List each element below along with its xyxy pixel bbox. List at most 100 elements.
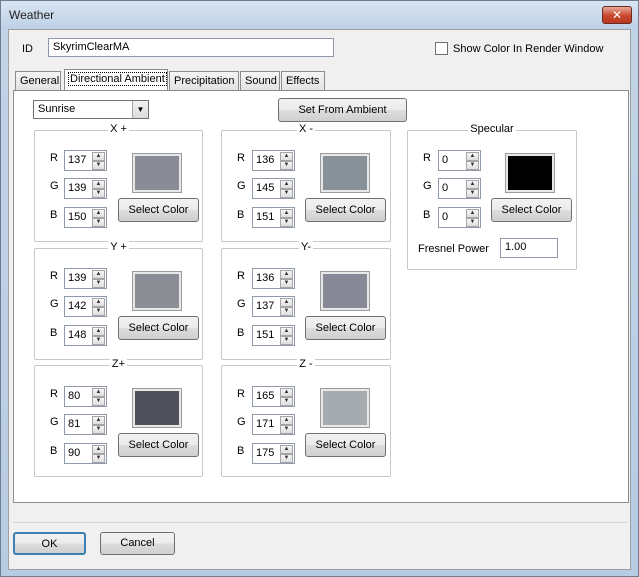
spin-up-icon[interactable]: ▲ xyxy=(280,327,293,336)
z-minus-select-color-button[interactable]: Select Color xyxy=(305,433,386,457)
spin-up-icon[interactable]: ▲ xyxy=(466,152,479,161)
spin-up-icon[interactable]: ▲ xyxy=(92,388,105,397)
cancel-button[interactable]: Cancel xyxy=(100,532,175,555)
label-r: R xyxy=(50,152,58,164)
close-icon: ✕ xyxy=(611,8,623,22)
spin-up-icon[interactable]: ▲ xyxy=(280,388,293,397)
spin-down-icon[interactable]: ▼ xyxy=(92,454,105,463)
tab-sound[interactable]: Sound xyxy=(240,71,280,90)
spin-up-icon[interactable]: ▲ xyxy=(280,209,293,218)
y-minus-b-value: 151 xyxy=(256,329,275,341)
spin-down-icon[interactable]: ▼ xyxy=(92,336,105,345)
x-plus-select-color-button[interactable]: Select Color xyxy=(118,198,199,222)
z-plus-r-stepper[interactable]: 80 ▲ ▼ xyxy=(64,386,107,407)
spin-down-icon[interactable]: ▼ xyxy=(92,279,105,288)
spin-up-icon[interactable]: ▲ xyxy=(92,327,105,336)
y-minus-r-stepper[interactable]: 136 ▲ ▼ xyxy=(252,268,295,289)
spin-down-icon[interactable]: ▼ xyxy=(280,161,293,170)
spin-down-icon[interactable]: ▼ xyxy=(92,218,105,227)
spin-down-icon[interactable]: ▼ xyxy=(92,425,105,434)
spin-down-icon[interactable]: ▼ xyxy=(92,161,105,170)
tab-effects[interactable]: Effects xyxy=(281,71,325,90)
tab-general[interactable]: General xyxy=(15,71,61,90)
y-plus-r-stepper[interactable]: 139 ▲ ▼ xyxy=(64,268,107,289)
label-g: G xyxy=(50,180,59,192)
y-minus-b-stepper[interactable]: 151 ▲ ▼ xyxy=(252,325,295,346)
spin-down-icon[interactable]: ▼ xyxy=(466,218,479,227)
dialog-body: ID SkyrimClearMA Show Color In Render Wi… xyxy=(8,29,631,570)
z-minus-b-stepper[interactable]: 175 ▲ ▼ xyxy=(252,443,295,464)
y-plus-color-swatch xyxy=(132,271,182,311)
x-plus-r-stepper[interactable]: 137 ▲ ▼ xyxy=(64,150,107,171)
spin-up-icon[interactable]: ▲ xyxy=(280,180,293,189)
spin-up-icon[interactable]: ▲ xyxy=(280,445,293,454)
z-plus-g-stepper[interactable]: 81 ▲ ▼ xyxy=(64,414,107,435)
x-minus-r-stepper[interactable]: 136 ▲ ▼ xyxy=(252,150,295,171)
x-plus-b-value: 150 xyxy=(68,211,87,223)
x-minus-b-stepper[interactable]: 151 ▲ ▼ xyxy=(252,207,295,228)
spin-down-icon[interactable]: ▼ xyxy=(280,279,293,288)
spin-down-icon[interactable]: ▼ xyxy=(466,189,479,198)
spin-down-icon[interactable]: ▼ xyxy=(92,307,105,316)
group-x-plus-title: X + xyxy=(108,123,129,135)
spin-up-icon[interactable]: ▲ xyxy=(92,209,105,218)
y-plus-g-stepper[interactable]: 142 ▲ ▼ xyxy=(64,296,107,317)
show-color-checkbox[interactable] xyxy=(435,42,448,55)
y-plus-b-stepper[interactable]: 148 ▲ ▼ xyxy=(64,325,107,346)
x-minus-g-stepper[interactable]: 145 ▲ ▼ xyxy=(252,178,295,199)
spin-up-icon[interactable]: ▲ xyxy=(280,298,293,307)
spin-up-icon[interactable]: ▲ xyxy=(280,152,293,161)
x-plus-b-stepper[interactable]: 150 ▲ ▼ xyxy=(64,207,107,228)
z-minus-g-stepper[interactable]: 171 ▲ ▼ xyxy=(252,414,295,435)
fresnel-power-input[interactable]: 1.00 xyxy=(500,238,558,258)
z-plus-b-stepper[interactable]: 90 ▲ ▼ xyxy=(64,443,107,464)
spin-up-icon[interactable]: ▲ xyxy=(280,270,293,279)
title-bar[interactable]: Weather ✕ xyxy=(1,1,638,29)
y-minus-select-color-button[interactable]: Select Color xyxy=(305,316,386,340)
z-minus-r-stepper[interactable]: 165 ▲ ▼ xyxy=(252,386,295,407)
group-x-minus-title: X - xyxy=(296,123,316,135)
spin-down-icon[interactable]: ▼ xyxy=(280,454,293,463)
spin-up-icon[interactable]: ▲ xyxy=(92,298,105,307)
set-from-ambient-button[interactable]: Set From Ambient xyxy=(278,98,407,122)
y-minus-r-value: 136 xyxy=(256,272,275,284)
label-b: B xyxy=(237,445,245,457)
spin-down-icon[interactable]: ▼ xyxy=(280,336,293,345)
tab-precipitation[interactable]: Precipitation xyxy=(169,71,239,90)
spin-up-icon[interactable]: ▲ xyxy=(92,445,105,454)
spin-down-icon[interactable]: ▼ xyxy=(280,307,293,316)
spin-down-icon[interactable]: ▼ xyxy=(280,189,293,198)
x-plus-g-stepper[interactable]: 139 ▲ ▼ xyxy=(64,178,107,199)
x-minus-select-color-button[interactable]: Select Color xyxy=(305,198,386,222)
specular-b-stepper[interactable]: 0 ▲ ▼ xyxy=(438,207,481,228)
spin-up-icon[interactable]: ▲ xyxy=(280,416,293,425)
specular-select-color-button[interactable]: Select Color xyxy=(491,198,572,222)
label-b: B xyxy=(423,209,431,221)
z-minus-color-swatch xyxy=(320,388,370,428)
specular-r-stepper[interactable]: 0 ▲ ▼ xyxy=(438,150,481,171)
y-minus-g-stepper[interactable]: 137 ▲ ▼ xyxy=(252,296,295,317)
label-g: G xyxy=(50,416,59,428)
z-plus-select-color-button[interactable]: Select Color xyxy=(118,433,199,457)
spin-down-icon[interactable]: ▼ xyxy=(92,397,105,406)
spin-down-icon[interactable]: ▼ xyxy=(92,189,105,198)
spin-up-icon[interactable]: ▲ xyxy=(92,152,105,161)
time-of-day-select[interactable]: Sunrise ▼ xyxy=(33,100,149,119)
spin-up-icon[interactable]: ▲ xyxy=(92,180,105,189)
close-button[interactable]: ✕ xyxy=(602,6,632,24)
y-plus-select-color-button[interactable]: Select Color xyxy=(118,316,199,340)
chevron-down-icon[interactable]: ▼ xyxy=(132,101,148,118)
spin-up-icon[interactable]: ▲ xyxy=(92,416,105,425)
specular-g-stepper[interactable]: 0 ▲ ▼ xyxy=(438,178,481,199)
x-minus-b-value: 151 xyxy=(256,211,275,223)
spin-up-icon[interactable]: ▲ xyxy=(92,270,105,279)
tab-directional-ambient[interactable]: Directional Ambient xyxy=(64,69,168,90)
spin-down-icon[interactable]: ▼ xyxy=(280,397,293,406)
spin-down-icon[interactable]: ▼ xyxy=(280,425,293,434)
spin-up-icon[interactable]: ▲ xyxy=(466,180,479,189)
spin-up-icon[interactable]: ▲ xyxy=(466,209,479,218)
spin-down-icon[interactable]: ▼ xyxy=(466,161,479,170)
spin-down-icon[interactable]: ▼ xyxy=(280,218,293,227)
ok-button[interactable]: OK xyxy=(13,532,86,555)
id-input[interactable]: SkyrimClearMA xyxy=(48,38,334,57)
